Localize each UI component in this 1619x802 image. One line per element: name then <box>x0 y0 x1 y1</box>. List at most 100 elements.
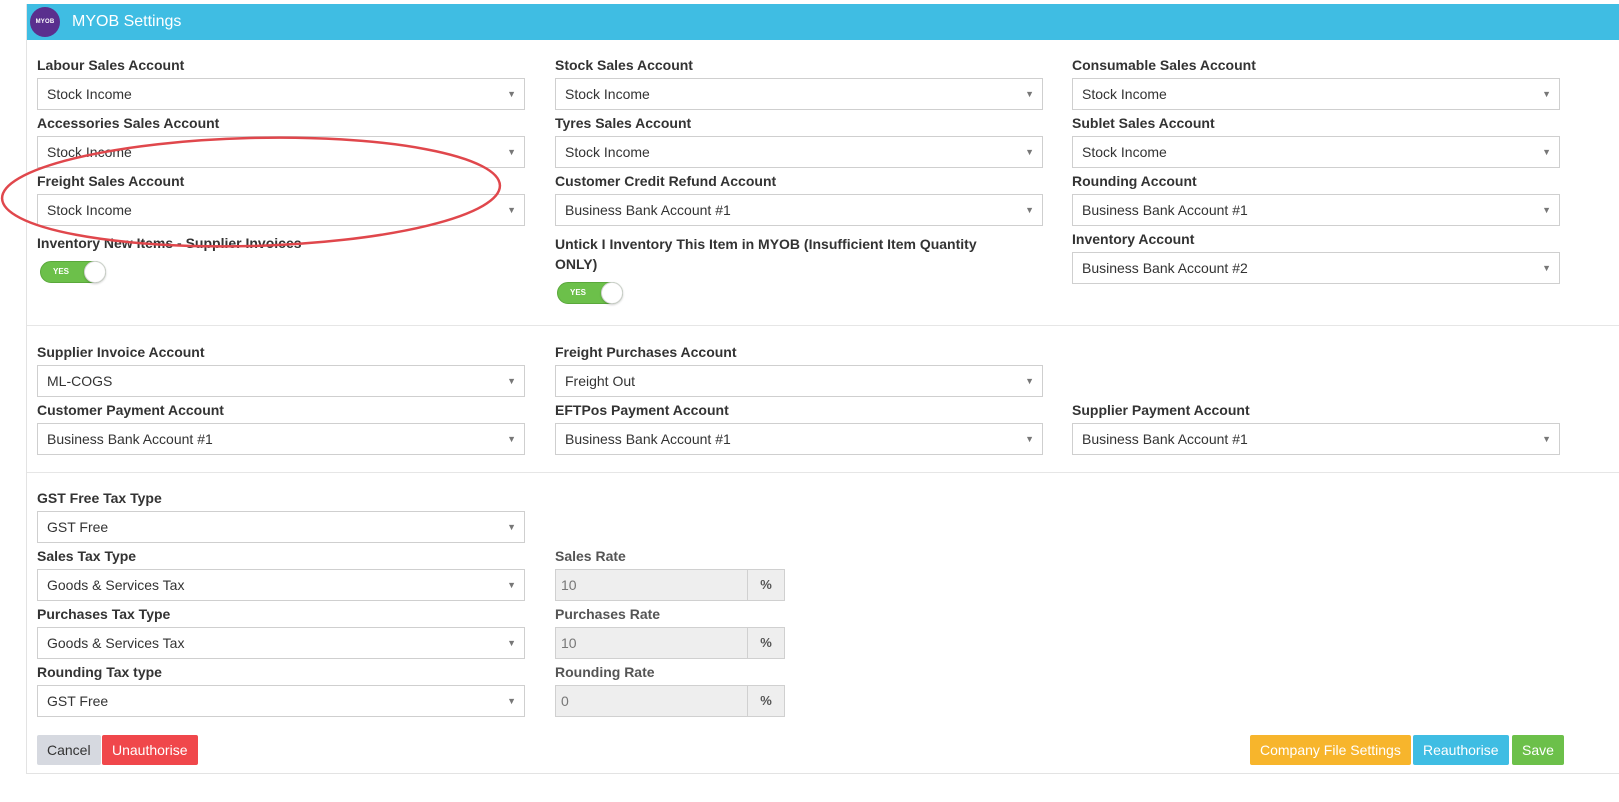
percent-addon: % <box>747 686 784 716</box>
customer-payment-account-select[interactable]: Business Bank Account #1 ▼ <box>37 423 525 455</box>
inventory-new-items-toggle[interactable]: YES <box>40 261 106 283</box>
caret-down-icon: ▼ <box>1025 434 1034 444</box>
reauthorise-button[interactable]: Reauthorise <box>1413 735 1509 765</box>
select-value: GST Free <box>47 693 109 709</box>
select-value: Stock Income <box>1082 144 1167 160</box>
purchases-tax-type-select[interactable]: Goods & Services Tax ▼ <box>37 627 525 659</box>
field-label: Rounding Rate <box>555 664 655 680</box>
cancel-button[interactable]: Cancel <box>37 735 101 765</box>
sales-tax-type-select[interactable]: Goods & Services Tax ▼ <box>37 569 525 601</box>
select-value: Stock Income <box>1082 86 1167 102</box>
rate-value: 10 <box>561 577 577 593</box>
purchases-tax-type-field: Purchases Tax Type Goods & Services Tax … <box>37 605 525 659</box>
supplier-payment-account-select[interactable]: Business Bank Account #1 ▼ <box>1072 423 1560 455</box>
select-value: Business Bank Account #1 <box>565 431 731 447</box>
rounding-rate-input[interactable]: 0 % <box>555 685 785 717</box>
inventory-new-items-toggle-group: Inventory New Items - Supplier Invoices <box>37 234 537 252</box>
sublet-sales-account-select[interactable]: Stock Income ▼ <box>1072 136 1560 168</box>
caret-down-icon: ▼ <box>507 434 516 444</box>
customer-credit-refund-account-select[interactable]: Business Bank Account #1 ▼ <box>555 194 1043 226</box>
stock-sales-account-field: Stock Sales Account Stock Income ▼ <box>555 56 1043 110</box>
select-value: Freight Out <box>565 373 636 389</box>
field-label: Tyres Sales Account <box>555 115 692 131</box>
select-value: Business Bank Account #1 <box>47 431 213 447</box>
rate-value: 0 <box>561 693 569 709</box>
rounding-rate-field: Rounding Rate 0 % <box>555 663 785 717</box>
field-label: Customer Payment Account <box>37 402 224 418</box>
select-value: Goods & Services Tax <box>47 635 185 651</box>
purchases-rate-field: Purchases Rate 10 % <box>555 605 785 659</box>
supplier-invoice-account-field: Supplier Invoice Account ML-COGS ▼ <box>37 343 525 397</box>
select-value: Stock Income <box>47 86 132 102</box>
purchases-rate-input[interactable]: 10 % <box>555 627 785 659</box>
caret-down-icon: ▼ <box>507 89 516 99</box>
eftpos-payment-account-select[interactable]: Business Bank Account #1 ▼ <box>555 423 1043 455</box>
eftpos-payment-account-field: EFTPos Payment Account Business Bank Acc… <box>555 401 1043 455</box>
select-value: Goods & Services Tax <box>47 577 185 593</box>
tyres-sales-account-select[interactable]: Stock Income ▼ <box>555 136 1043 168</box>
select-value: Stock Income <box>565 86 650 102</box>
consumable-sales-account-field: Consumable Sales Account Stock Income ▼ <box>1072 56 1560 110</box>
caret-down-icon: ▼ <box>1542 434 1551 444</box>
toggle-state: YES <box>53 267 70 276</box>
select-value: Stock Income <box>565 144 650 160</box>
untick-inventory-toggle[interactable]: YES <box>557 282 623 304</box>
toggle-knob <box>84 261 106 283</box>
customer-payment-account-field: Customer Payment Account Business Bank A… <box>37 401 525 455</box>
myob-settings-panel: MYOB MYOB Settings Labour Sales Account … <box>26 4 1619 774</box>
rounding-account-select[interactable]: Business Bank Account #1 ▼ <box>1072 194 1560 226</box>
freight-purchases-account-select[interactable]: Freight Out ▼ <box>555 365 1043 397</box>
unauthorise-button[interactable]: Unauthorise <box>102 735 198 765</box>
field-label: GST Free Tax Type <box>37 490 162 506</box>
field-label: Customer Credit Refund Account <box>555 173 777 189</box>
field-label: Stock Sales Account <box>555 57 693 73</box>
rounding-tax-type-select[interactable]: GST Free ▼ <box>37 685 525 717</box>
field-label: EFTPos Payment Account <box>555 402 729 418</box>
freight-sales-account-select[interactable]: Stock Income ▼ <box>37 194 525 226</box>
untick-inventory-toggle-group: Untick I Inventory This Item in MYOB (In… <box>555 234 1055 274</box>
supplier-invoice-account-select[interactable]: ML-COGS ▼ <box>37 365 525 397</box>
consumable-sales-account-select[interactable]: Stock Income ▼ <box>1072 78 1560 110</box>
field-label: Sales Rate <box>555 548 626 564</box>
accessories-sales-account-select[interactable]: Stock Income ▼ <box>37 136 525 168</box>
freight-purchases-account-field: Freight Purchases Account Freight Out ▼ <box>555 343 1043 397</box>
select-value: Stock Income <box>47 144 132 160</box>
field-label: Freight Sales Account <box>37 173 185 189</box>
stock-sales-account-select[interactable]: Stock Income ▼ <box>555 78 1043 110</box>
sales-tax-type-field: Sales Tax Type Goods & Services Tax ▼ <box>37 547 525 601</box>
toggle-label-line1: Untick I Inventory This Item in MYOB (In… <box>555 236 977 252</box>
caret-down-icon: ▼ <box>1542 205 1551 215</box>
toggle-state: YES <box>570 288 587 297</box>
accessories-sales-account-field: Accessories Sales Account Stock Income ▼ <box>37 114 525 168</box>
caret-down-icon: ▼ <box>507 147 516 157</box>
field-label: Labour Sales Account <box>37 57 185 73</box>
section-divider <box>27 325 1619 326</box>
field-label: Sales Tax Type <box>37 548 137 564</box>
company-file-settings-button[interactable]: Company File Settings <box>1250 735 1411 765</box>
toggle-label-line2: ONLY) <box>555 256 598 272</box>
toggle-knob <box>601 282 623 304</box>
panel-header: MYOB MYOB Settings <box>27 4 1619 40</box>
caret-down-icon: ▼ <box>1542 147 1551 157</box>
sales-rate-field: Sales Rate 10 % <box>555 547 785 601</box>
caret-down-icon: ▼ <box>1025 376 1034 386</box>
field-label: Rounding Account <box>1072 173 1197 189</box>
save-button[interactable]: Save <box>1512 735 1564 765</box>
inventory-account-select[interactable]: Business Bank Account #2 ▼ <box>1072 252 1560 284</box>
field-label: Rounding Tax type <box>37 664 162 680</box>
field-label: Sublet Sales Account <box>1072 115 1215 131</box>
toggle-label: Inventory New Items - Supplier Invoices <box>37 235 302 251</box>
caret-down-icon: ▼ <box>507 696 516 706</box>
rounding-tax-type-field: Rounding Tax type GST Free ▼ <box>37 663 525 717</box>
tyres-sales-account-field: Tyres Sales Account Stock Income ▼ <box>555 114 1043 168</box>
field-label: Freight Purchases Account <box>555 344 737 360</box>
caret-down-icon: ▼ <box>1542 89 1551 99</box>
caret-down-icon: ▼ <box>507 638 516 648</box>
gst-free-tax-type-select[interactable]: GST Free ▼ <box>37 511 525 543</box>
percent-addon: % <box>747 628 784 658</box>
sales-rate-input[interactable]: 10 % <box>555 569 785 601</box>
labour-sales-account-select[interactable]: Stock Income ▼ <box>37 78 525 110</box>
supplier-payment-account-field: Supplier Payment Account Business Bank A… <box>1072 401 1560 455</box>
field-label: Inventory Account <box>1072 231 1195 247</box>
caret-down-icon: ▼ <box>1025 89 1034 99</box>
